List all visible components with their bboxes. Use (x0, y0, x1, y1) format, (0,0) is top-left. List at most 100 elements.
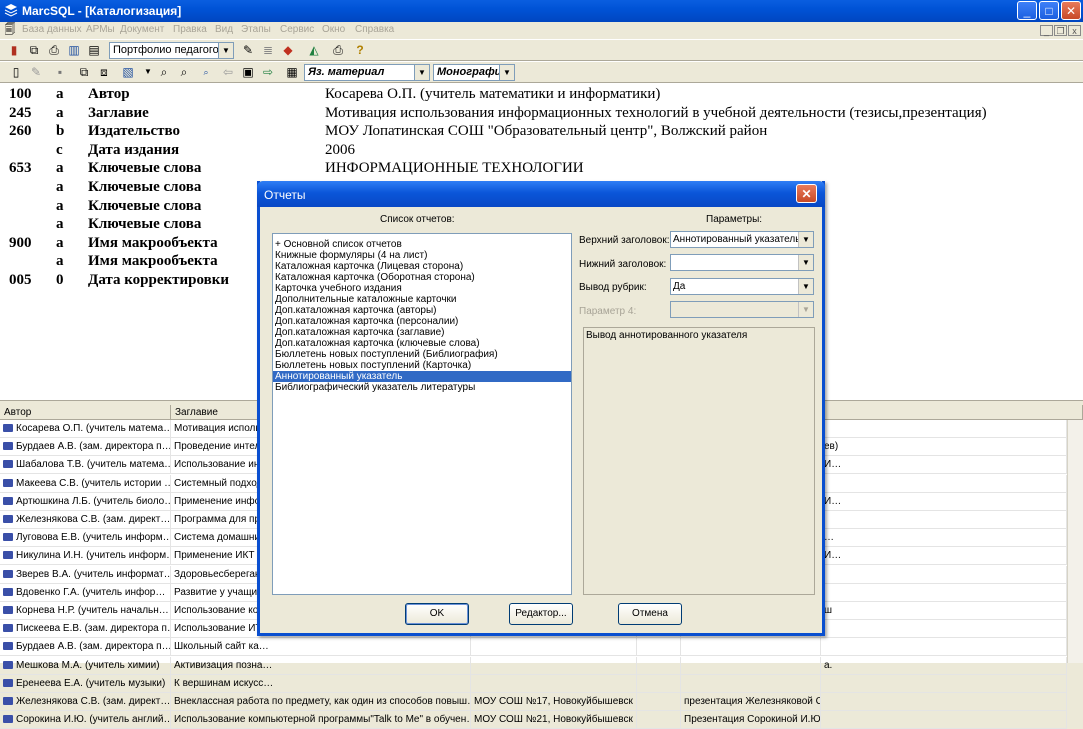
edit-record-icon[interactable]: ✎ (28, 64, 44, 80)
cell-text: И… (824, 459, 842, 471)
mdi-restore-button[interactable]: ❐ (1054, 25, 1067, 36)
books-icon[interactable]: ▮ (6, 42, 22, 58)
cancel-button[interactable]: Отмена (618, 603, 682, 625)
mdi-close-button[interactable]: x (1068, 25, 1081, 36)
stack-icon[interactable]: ≣ (260, 42, 276, 58)
traffic-icon[interactable]: ◆ (280, 42, 296, 58)
ok-button[interactable]: OK (405, 603, 469, 625)
dialog-close-button[interactable]: ✕ (796, 184, 817, 203)
doc-type-combo[interactable]: Монографи ▼ (433, 64, 515, 81)
field-name: Ключевые слова (88, 197, 202, 214)
table-row[interactable]: Сорокина И.Ю. (учитель англий… Использова… (0, 711, 1067, 729)
cell-text: Железнякова С.В. (зам. директ… (16, 514, 171, 525)
field-value: Косарева О.П. (учитель математики и инфо… (325, 86, 661, 102)
report-list-item[interactable]: Книжные формуляры (4 на лист) (273, 250, 571, 261)
vertical-scrollbar[interactable] (1067, 420, 1083, 663)
report-list-item[interactable]: Аннотированный указатель (273, 371, 571, 382)
copy-icon[interactable]: ⧉ (26, 42, 42, 58)
record-icon[interactable]: ▣ (240, 64, 256, 80)
menu-arms[interactable]: АРМы (86, 24, 115, 35)
report-list-item[interactable]: Каталожная карточка (Лицевая сторона) (273, 261, 571, 272)
chevron-down-icon[interactable]: ▼ (798, 232, 813, 247)
cell-author: Бурдаев А.В. (зам. директора п… (0, 438, 171, 457)
portfolio-combo[interactable]: Портфолио педагого ▼ (109, 42, 234, 59)
menu-window[interactable]: Окно (322, 24, 345, 35)
menu-stages[interactable]: Этапы (241, 24, 271, 35)
menu-help[interactable]: Справка (355, 24, 394, 35)
chevron-down-icon[interactable]: ▼ (140, 64, 156, 80)
cell-text: Бурдаев А.В. (зам. директора п… (16, 641, 171, 653)
arrow-right-icon[interactable]: ⇨ (260, 64, 276, 80)
catalog-icon[interactable]: ▧ (120, 64, 136, 80)
top-header-select[interactable]: Аннотированный указатель ▼ (670, 231, 814, 248)
new-record-icon[interactable]: ▯ (8, 64, 24, 80)
menu-document[interactable]: Документ (120, 24, 164, 35)
report-list-item[interactable]: Бюллетень новых поступлений (Карточка) (273, 360, 571, 371)
copy-record-icon[interactable]: ⧉ (76, 64, 92, 80)
pen-icon[interactable]: ✎ (240, 42, 256, 58)
cell-text: Корнева Н.Р. (учитель начальн… (16, 605, 169, 616)
field-subfield: a (56, 234, 64, 251)
column-header-5[interactable] (821, 405, 1083, 420)
book-icon (3, 715, 13, 724)
grid-icon[interactable]: ▦ (284, 64, 300, 80)
bottom-header-select[interactable]: ▼ (670, 254, 814, 271)
report-list[interactable]: + Основной список отчетов Книжные формуля… (272, 233, 572, 595)
cell-text: МОУ СОШ №17, Новокуйбышевск (474, 696, 633, 707)
field-tag: 100 (9, 86, 32, 102)
form-icon[interactable]: ▤ (86, 42, 102, 58)
chevron-down-icon[interactable]: ▼ (798, 279, 813, 294)
arrow-left-icon[interactable]: ⇦ (220, 64, 236, 80)
editor-button[interactable]: Редактор... (509, 603, 573, 625)
field-name: Дата корректировки (88, 272, 230, 288)
report-list-item[interactable]: Доп.каталожная карточка (заглавие) (273, 327, 571, 338)
table-row[interactable]: Бурдаев А.В. (зам. директора п… Школьный … (0, 638, 1067, 657)
report-list-item[interactable]: Дополнительные каталожные карточки (273, 294, 571, 305)
find-all-icon[interactable]: ⌕ (198, 64, 214, 80)
report-list-item[interactable]: Доп.каталожная карточка (персоналии) (273, 316, 571, 327)
paste-icon[interactable]: ⧈ (96, 64, 112, 80)
save-icon[interactable]: ▪ (52, 64, 68, 80)
cell-author: Мешкова М.А. (учитель химии) (0, 656, 171, 675)
report-list-item[interactable]: Доп.каталожная карточка (ключевые слова) (273, 338, 571, 349)
rubrics-select[interactable]: Да ▼ (670, 278, 814, 295)
minimize-button[interactable]: _ (1017, 1, 1037, 20)
find-icon[interactable]: ⌕ (156, 64, 172, 80)
table-row[interactable]: Мешкова М.А. (учитель химии) Активизация … (0, 656, 1067, 675)
report-list-item[interactable]: Доп.каталожная карточка (авторы) (273, 305, 571, 316)
report-list-item[interactable]: + Основной список отчетов (273, 239, 571, 250)
printer-icon[interactable]: ⎙ (330, 42, 346, 58)
book-icon (3, 496, 13, 505)
library-icon[interactable]: ▥ (66, 42, 82, 58)
print-icon[interactable]: ⎙ (46, 42, 62, 58)
report-list-item[interactable]: Бюллетень новых поступлений (Библиографи… (273, 349, 571, 360)
find-next-icon[interactable]: ⌕ (176, 64, 192, 80)
help-icon[interactable]: ? (352, 42, 368, 58)
chevron-down-icon[interactable]: ▼ (798, 255, 813, 270)
chevron-down-icon[interactable]: ▼ (218, 43, 233, 58)
menu-database[interactable]: База данных (22, 24, 82, 35)
mdi-minimize-button[interactable]: _ (1040, 25, 1053, 36)
table-row[interactable]: Еренеева Е.А. (учитель музыки) К вершинам… (0, 674, 1067, 693)
report-list-item[interactable]: Библиографический указатель литературы (273, 382, 571, 393)
maximize-button[interactable]: □ (1039, 1, 1059, 20)
menu-view[interactable]: Вид (215, 24, 233, 35)
cell-author: Корнева Н.Р. (учитель начальн… (0, 602, 171, 620)
language-combo[interactable]: Яз. материал ▼ (304, 64, 430, 81)
cell-c4: Презентация Сорокиной И.Ю. МО… (681, 711, 821, 729)
cell-c3: МОУ СОШ №21, Новокуйбышевск (471, 711, 637, 729)
close-button[interactable]: ✕ (1061, 1, 1081, 20)
column-header-author[interactable]: Автор (0, 405, 171, 420)
field-name: Ключевые слова (88, 216, 202, 233)
report-list-item[interactable]: Карточка учебного издания (273, 283, 571, 294)
chart-icon[interactable]: ◭ (306, 42, 322, 58)
document-icon[interactable]: 🗐 (2, 22, 18, 38)
report-list-item[interactable]: Каталожная карточка (Оборотная сторона) (273, 272, 571, 283)
book-icon (3, 478, 13, 487)
table-row[interactable]: Железнякова С.В. (зам. директ… Внеклассна… (0, 693, 1067, 711)
menu-service[interactable]: Сервис (280, 24, 314, 35)
cell-author: Зверев В.А. (учитель информат… (0, 565, 171, 584)
chevron-down-icon[interactable]: ▼ (499, 65, 514, 80)
chevron-down-icon[interactable]: ▼ (414, 65, 429, 80)
menu-edit[interactable]: Правка (173, 24, 207, 35)
